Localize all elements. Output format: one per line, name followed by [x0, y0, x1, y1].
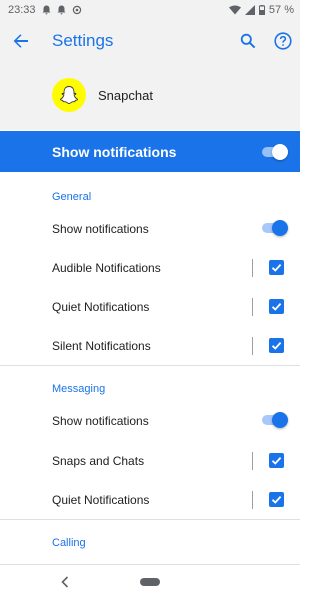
nav-home-pill[interactable] [140, 578, 160, 586]
section-title-general: General [52, 191, 92, 203]
row-label: Show notifications [52, 413, 149, 428]
snapchat-ghost-icon [60, 86, 78, 104]
master-toggle-switch[interactable] [260, 143, 288, 161]
app-header: Settings Snapchat [0, 20, 300, 130]
row-label: Show notifications [52, 221, 149, 236]
switch-thumb [272, 144, 288, 160]
notification-bell-icon [42, 5, 51, 15]
row-divider [252, 337, 253, 355]
wifi-icon [228, 5, 241, 15]
row-divider [252, 259, 253, 277]
section-title-messaging: Messaging [52, 383, 106, 395]
general-show-notifications-row[interactable]: Show notifications [0, 209, 300, 248]
check-icon [271, 302, 282, 311]
switch-thumb [272, 220, 288, 236]
signal-icon [244, 5, 255, 15]
row-divider [252, 298, 253, 316]
status-left: 23:33 [8, 4, 82, 16]
row-label: Quiet Notifications [52, 492, 150, 507]
app-name: Snapchat [98, 87, 153, 103]
row-label: Quiet Notifications [52, 299, 150, 314]
chevron-left-icon [61, 576, 69, 588]
search-button[interactable] [238, 31, 258, 51]
status-bar: 23:33 57 % [0, 0, 300, 20]
help-button[interactable] [272, 30, 294, 52]
messaging-show-notifications-switch[interactable] [260, 411, 288, 429]
row-label: Silent Notifications [52, 338, 151, 353]
help-icon [274, 32, 292, 50]
quiet-notifications-row[interactable]: Quiet Notifications [0, 287, 300, 326]
row-divider [252, 452, 253, 470]
nav-back-button[interactable] [58, 573, 72, 591]
app-info: Snapchat [52, 78, 153, 112]
battery-icon [258, 5, 265, 15]
messaging-quiet-notifications-checkbox[interactable] [269, 492, 284, 507]
section-divider [0, 365, 300, 366]
general-show-notifications-switch[interactable] [260, 219, 288, 237]
section-divider [0, 519, 300, 520]
messaging-quiet-notifications-row[interactable]: Quiet Notifications [0, 480, 300, 519]
app-bar: Settings [0, 20, 300, 62]
app-logo [52, 78, 86, 112]
audible-notifications-row[interactable]: Audible Notifications [0, 248, 300, 287]
system-nav-bar [0, 565, 300, 600]
snaps-and-chats-checkbox[interactable] [269, 453, 284, 468]
master-notifications-toggle-row[interactable]: Show notifications [0, 131, 300, 172]
check-icon [271, 456, 282, 465]
battery-level: 57 % [268, 4, 294, 16]
quiet-notifications-checkbox[interactable] [269, 299, 284, 314]
switch-thumb [272, 412, 288, 428]
audible-notifications-checkbox[interactable] [269, 260, 284, 275]
gear-icon [72, 5, 82, 15]
row-label: Snaps and Chats [52, 453, 145, 468]
row-divider [252, 491, 253, 509]
status-right: 57 % [228, 4, 294, 16]
arrow-back-icon [13, 34, 28, 48]
page-title: Settings [52, 31, 114, 50]
snaps-and-chats-row[interactable]: Snaps and Chats [0, 441, 300, 480]
check-icon [271, 263, 282, 272]
check-icon [271, 495, 282, 504]
messaging-show-notifications-row[interactable]: Show notifications [0, 401, 300, 440]
status-time: 23:33 [8, 4, 36, 16]
silent-notifications-checkbox[interactable] [269, 338, 284, 353]
silent-notifications-row[interactable]: Silent Notifications [0, 326, 300, 365]
section-title-calling: Calling [52, 537, 86, 549]
master-toggle-label: Show notifications [52, 143, 177, 160]
back-button[interactable] [10, 30, 32, 52]
notification-bell-icon [57, 5, 66, 15]
check-icon [271, 341, 282, 350]
search-icon [240, 33, 256, 49]
row-label: Audible Notifications [52, 260, 161, 275]
